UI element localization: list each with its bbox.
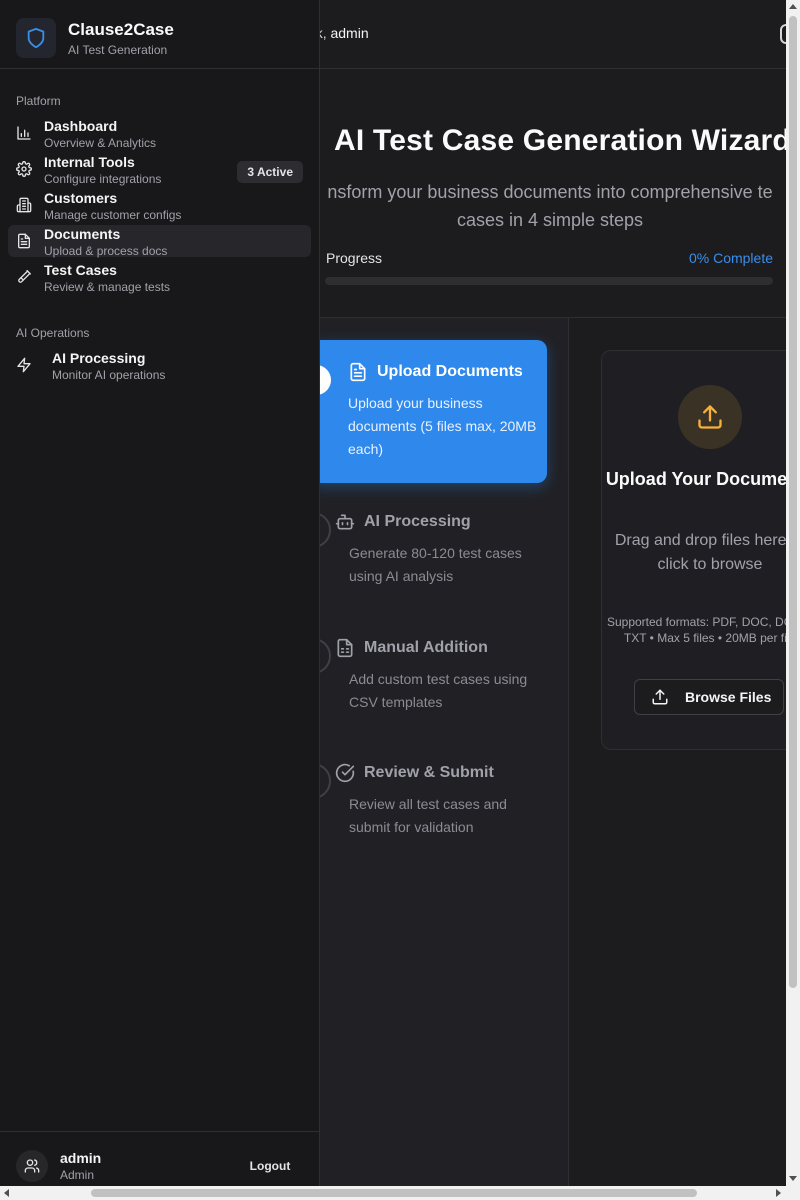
step-title: Manual Addition (364, 639, 488, 656)
scroll-up-icon[interactable] (789, 4, 797, 9)
status-badge: 3 Active (237, 161, 303, 183)
upload-formats: Supported formats: PDF, DOC, DOCX, TXT •… (606, 615, 786, 645)
sidebar-item-ai-processing[interactable]: AI Processing Monitor AI operations (8, 349, 311, 382)
sidebar-item-subtitle: Monitor AI operations (52, 368, 166, 382)
avatar (16, 1150, 48, 1182)
check-circle-icon (335, 763, 355, 783)
step-ai-processing[interactable]: AI Processing Generate 80-120 test cases… (295, 512, 550, 588)
nav-group-label: AI Operations (16, 326, 90, 340)
sidebar-item-label: Documents (44, 226, 121, 242)
sidebar-item-label: Internal Tools (44, 154, 135, 170)
scroll-down-icon[interactable] (789, 1176, 797, 1181)
step-description: Upload your business documents (5 files … (348, 395, 537, 457)
sidebar-item-label: Dashboard (44, 118, 118, 134)
upload-icon (652, 689, 668, 705)
bot-icon (335, 514, 355, 530)
welcome-username: admin (330, 25, 369, 41)
horizontal-scrollbar-thumb[interactable] (91, 1189, 697, 1197)
step-title: Upload Documents (377, 363, 523, 380)
sidebar-item-subtitle: Review & manage tests (44, 280, 171, 294)
upload-title: Upload Your Documents (605, 469, 786, 489)
gear-icon (16, 161, 32, 177)
bar-chart-icon (17, 126, 31, 140)
horizontal-scrollbar[interactable] (0, 1186, 800, 1200)
scroll-left-icon[interactable] (4, 1189, 9, 1197)
step-description: Add custom test cases using CSV template… (349, 671, 528, 710)
sidebar-item-subtitle: Upload & process docs (44, 244, 168, 258)
wizard-subtitle: nsform your business documents into comp… (300, 178, 786, 234)
sidebar: Clause2Case AI Test Generation Platform … (0, 0, 320, 1186)
upload-icon (698, 405, 722, 429)
sidebar-item-subtitle: Configure integrations (44, 172, 162, 186)
step-title: AI Processing (364, 513, 471, 530)
brand[interactable]: Clause2Case AI Test Generation (16, 18, 174, 58)
sidebar-item-documents[interactable]: Documents Upload & process docs (8, 225, 311, 258)
step-review-submit[interactable]: Review & Submit Review all test cases an… (295, 763, 550, 839)
document-icon (18, 233, 30, 249)
brand-logo (16, 18, 56, 58)
browse-files-button[interactable]: Browse Files (634, 679, 784, 715)
upload-description: Drag and drop files here or click to bro… (614, 532, 786, 573)
sidebar-item-subtitle: Overview & Analytics (44, 136, 157, 150)
lightning-icon (17, 357, 31, 373)
step-title: Review & Submit (364, 764, 494, 781)
sidebar-item-customers[interactable]: Customers Manage customer configs (8, 189, 311, 222)
users-icon (24, 1159, 40, 1173)
spreadsheet-icon (337, 638, 353, 658)
sidebar-item-dashboard[interactable]: Dashboard Overview & Analytics (8, 117, 311, 150)
progress-label: Progress (326, 250, 383, 266)
step-upload-documents[interactable]: Upload Documents Upload your business do… (298, 340, 547, 483)
progress-bar (325, 277, 773, 285)
sidebar-item-label: AI Processing (52, 350, 146, 366)
wizard-subtitle-line1: nsform your business documents into comp… (327, 182, 773, 202)
scroll-right-icon[interactable] (776, 1189, 781, 1197)
logout-button[interactable]: Logout (238, 1155, 302, 1177)
divider (0, 68, 319, 69)
step-description: Review all test cases and submit for val… (349, 796, 507, 835)
test-tube-icon (18, 269, 32, 283)
sidebar-item-internal-tools[interactable]: Internal Tools Configure integrations 3 … (8, 153, 311, 186)
step-description: Generate 80-120 test cases using AI anal… (349, 545, 522, 584)
user-role: Admin (60, 1168, 95, 1182)
step-manual-addition[interactable]: Manual Addition Add custom test cases us… (295, 638, 550, 714)
wizard-title: AI Test Case Generation Wizard (334, 124, 786, 157)
app-name: Clause2Case (68, 19, 174, 39)
sidebar-item-subtitle: Manage customer configs (44, 208, 182, 222)
building-icon (16, 197, 32, 213)
shield-icon (27, 27, 45, 49)
progress-percentage: 0% Complete (688, 250, 773, 266)
vertical-scrollbar-thumb[interactable] (789, 16, 797, 988)
browse-files-label: Browse Files (685, 689, 772, 705)
sidebar-item-label: Customers (44, 190, 118, 206)
sidebar-item-test-cases[interactable]: Test Cases Review & manage tests (8, 261, 311, 294)
sidebar-item-label: Test Cases (44, 262, 117, 278)
user-name: admin (60, 1150, 102, 1166)
wizard-subtitle-line2: cases in 4 simple steps (456, 210, 644, 230)
nav-group-label: Platform (16, 94, 61, 108)
file-icon (350, 362, 366, 382)
vertical-scrollbar[interactable] (786, 0, 800, 1186)
app-tagline: AI Test Generation (68, 42, 168, 57)
upload-icon-container (678, 385, 742, 449)
divider (0, 1131, 319, 1132)
upload-dropzone[interactable]: Upload Your Documents Drag and drop file… (601, 350, 786, 750)
